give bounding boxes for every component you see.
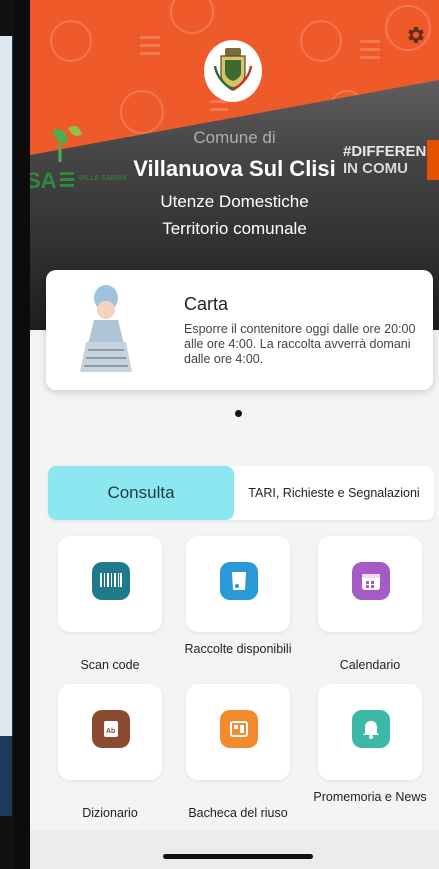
decor-bulb <box>50 20 92 62</box>
calendario-tile[interactable] <box>318 536 422 632</box>
background-window-panel <box>0 36 13 736</box>
municipal-crest-logo <box>204 40 262 102</box>
collection-card[interactable]: Carta Esporre il contenitore oggi dalle … <box>46 270 433 390</box>
decor-dash <box>360 56 380 59</box>
decor-dash <box>140 36 160 39</box>
decor-bulb <box>300 20 342 62</box>
dictionary-icon: Ab <box>92 710 130 748</box>
card-title: Carta <box>184 294 229 314</box>
mascot-illustration <box>74 284 138 376</box>
user-type-label: Utenze Domestiche <box>160 192 309 211</box>
town-name: Villanuova Sul Clisi <box>133 156 336 181</box>
bin-icon <box>220 562 258 600</box>
scan-code-tile[interactable] <box>58 536 162 632</box>
barcode-icon <box>92 562 130 600</box>
bell-icon <box>352 710 390 748</box>
calendar-icon <box>352 562 390 600</box>
calendario-label: Calendario <box>339 658 401 672</box>
raccolte-tile[interactable] <box>186 536 290 632</box>
promemoria-label: Promemoria e News <box>313 790 427 804</box>
tab-tari[interactable]: TARI, Richieste e Segnalazioni <box>234 466 434 520</box>
territory-label: Territorio comunale <box>162 219 307 238</box>
carousel-page-indicator <box>235 410 242 417</box>
comune-label: Comune di <box>193 128 276 147</box>
svg-text:Ab: Ab <box>106 728 115 735</box>
board-icon <box>220 710 258 748</box>
background-window-footer <box>0 736 12 816</box>
card-text: Esporre il contenitore oggi dalle ore 20… <box>184 322 416 366</box>
promemoria-tile[interactable] <box>318 684 422 780</box>
phone-screen: SA VALLE SABBIA #DIFFEREN IN COMU Comune… <box>30 0 439 869</box>
decor-dash <box>360 48 380 51</box>
scan-code-label: Scan code <box>80 658 140 672</box>
decor-dash <box>140 52 160 55</box>
tab-bar: Consulta TARI, Richieste e Segnalazioni <box>48 466 434 520</box>
decor-dash <box>210 108 228 111</box>
bacheca-tile[interactable] <box>186 684 290 780</box>
decor-dash <box>140 44 160 47</box>
bottom-band <box>30 830 439 869</box>
home-indicator[interactable] <box>163 854 313 859</box>
decor-dash <box>360 40 380 43</box>
background-window <box>0 0 14 869</box>
dizionario-tile[interactable]: Ab <box>58 684 162 780</box>
bacheca-label: Bacheca del riuso <box>188 806 288 820</box>
tab-consulta[interactable]: Consulta <box>48 466 234 520</box>
raccolte-label: Raccolte disponibili <box>184 642 292 656</box>
dizionario-label: Dizionario <box>82 806 138 820</box>
gear-icon[interactable] <box>405 24 427 46</box>
